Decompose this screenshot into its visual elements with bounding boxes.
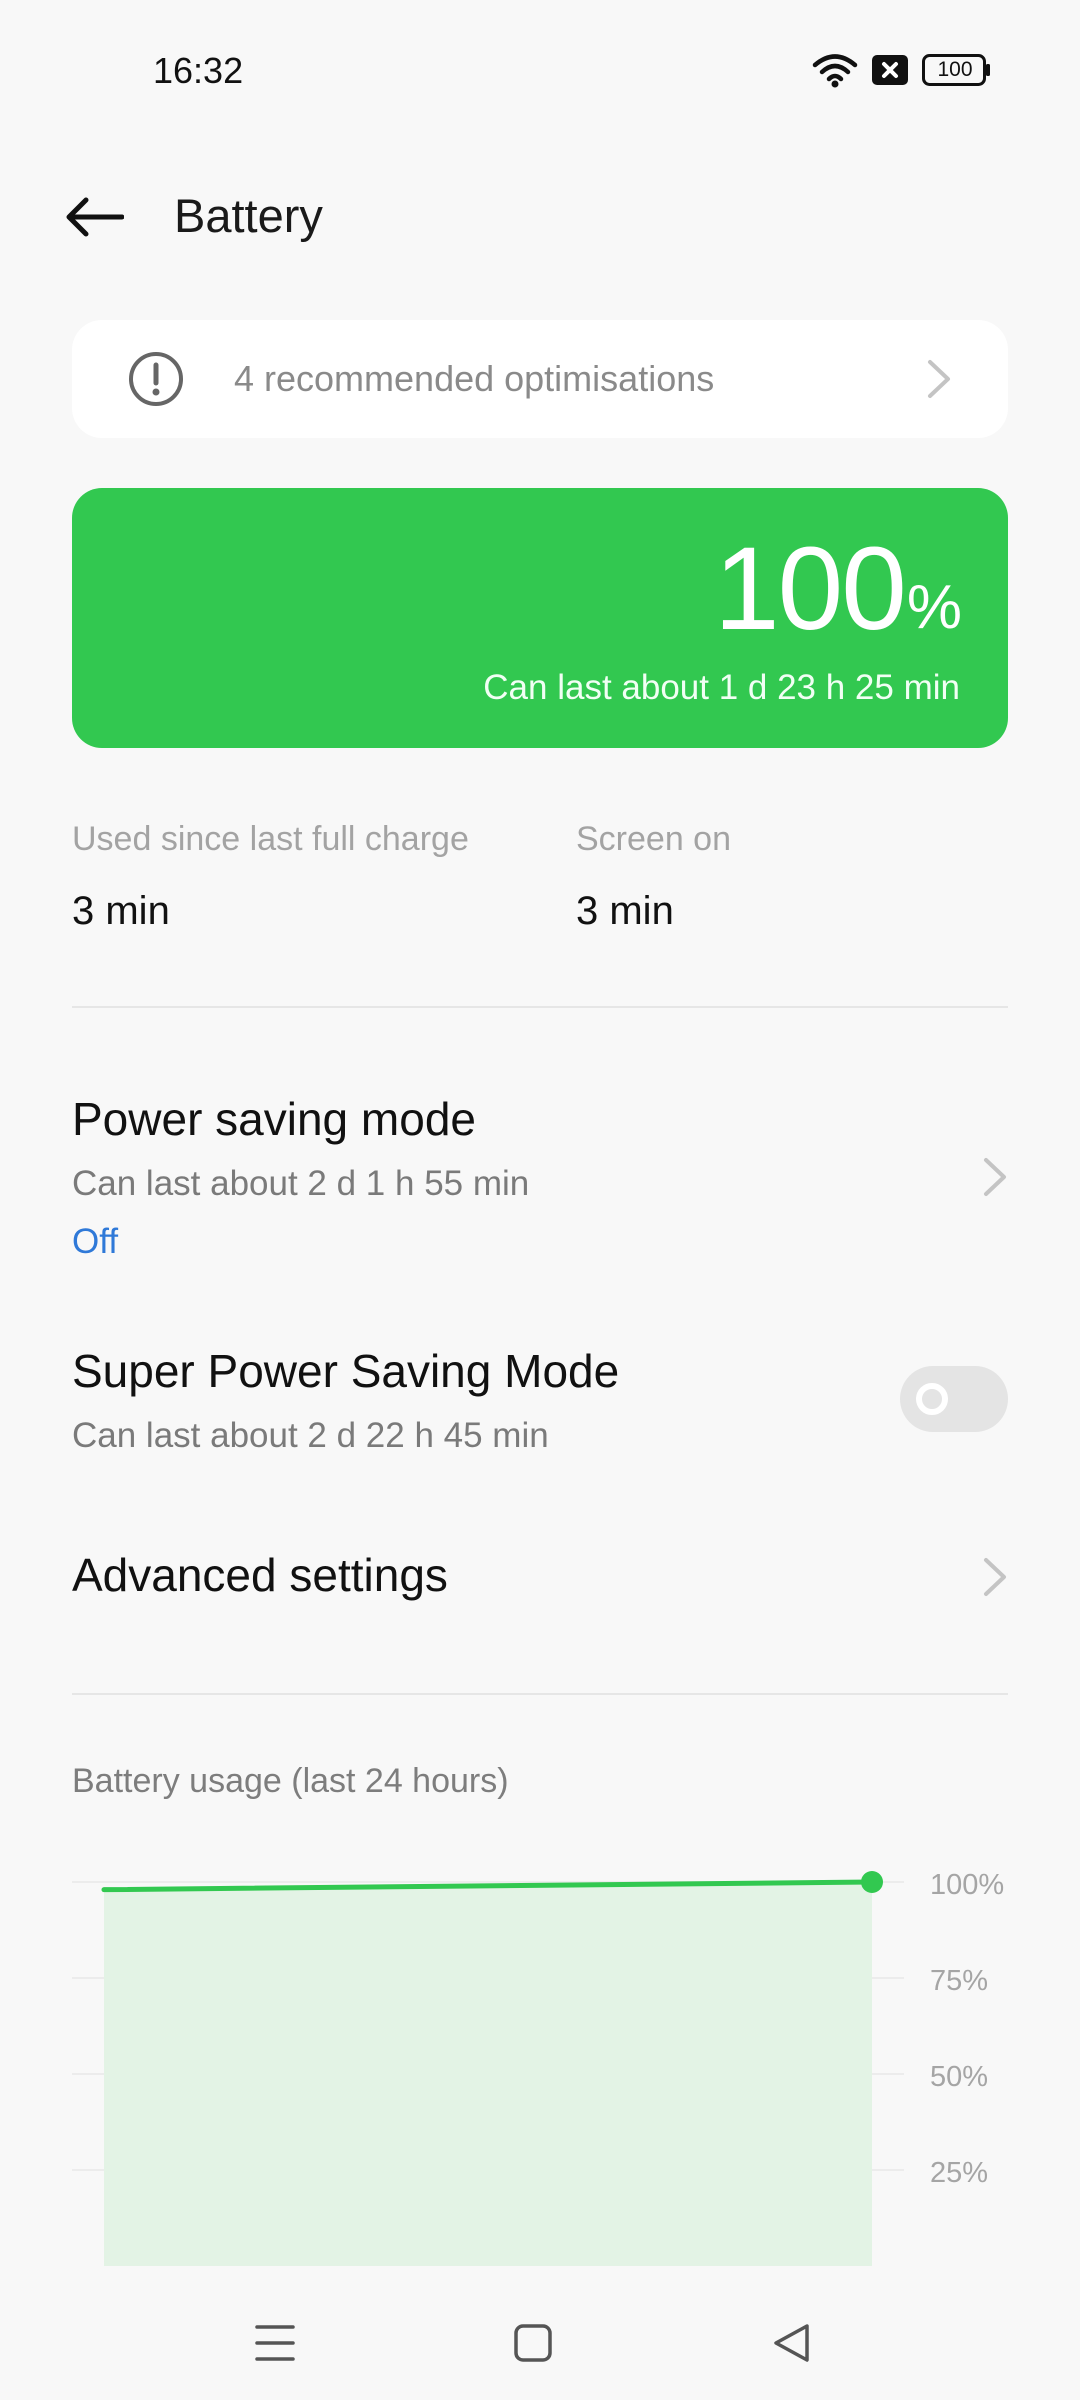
battery-estimate: Can last about 1 d 23 h 25 min bbox=[483, 668, 960, 707]
toggle-knob bbox=[916, 1383, 948, 1415]
back-nav-button[interactable] bbox=[756, 2308, 826, 2378]
battery-percent: 100 % bbox=[714, 530, 962, 648]
since-charge-value: 3 min bbox=[72, 889, 170, 933]
chevron-right-icon bbox=[982, 1556, 1008, 1603]
power-saving-title: Power saving mode bbox=[72, 1093, 476, 1145]
battery-level-text: 100 bbox=[937, 58, 973, 81]
menu-icon bbox=[255, 2325, 295, 2361]
chart-y-tick-label: 100% bbox=[930, 1869, 1004, 1901]
chevron-right-icon bbox=[926, 358, 952, 405]
advanced-settings-title: Advanced settings bbox=[72, 1549, 448, 1601]
super-power-saving-toggle[interactable] bbox=[900, 1366, 1008, 1432]
battery-chart-svg: 100% 75% 50% 25% bbox=[72, 1869, 1004, 2266]
advanced-settings-row[interactable]: Advanced settings bbox=[72, 1548, 1008, 1608]
chart-data-point bbox=[861, 1871, 883, 1893]
navigation-bar bbox=[0, 2280, 1080, 2400]
screen-on-value: 3 min bbox=[576, 889, 674, 933]
chevron-right-icon bbox=[982, 1156, 1008, 1203]
chart-y-tick-label: 25% bbox=[930, 2157, 988, 2189]
no-sim-icon bbox=[872, 55, 908, 85]
power-saving-mode-row[interactable]: Power saving mode Can last about 2 d 1 h… bbox=[72, 1092, 1008, 1272]
recommendations-card[interactable]: 4 recommended optimisations bbox=[72, 320, 1008, 438]
battery-percent-value: 100 bbox=[713, 523, 907, 655]
back-triangle-icon bbox=[774, 2324, 809, 2362]
status-bar: 16:32 100 bbox=[0, 0, 1080, 140]
chart-title: Battery usage (last 24 hours) bbox=[72, 1762, 509, 1800]
divider bbox=[72, 1006, 1008, 1008]
battery-usage-chart: 100% 75% 50% 25% bbox=[0, 1820, 1080, 2280]
home-icon bbox=[514, 2324, 552, 2362]
since-charge-stat: Used since last full charge 3 min bbox=[72, 820, 469, 934]
wifi-icon bbox=[812, 52, 858, 88]
chart-y-tick-label: 50% bbox=[930, 2061, 988, 2093]
screen-on-label: Screen on bbox=[576, 820, 731, 858]
screen-on-stat: Screen on 3 min bbox=[576, 820, 731, 934]
status-icons: 100 bbox=[812, 52, 992, 88]
back-button[interactable] bbox=[60, 182, 130, 252]
chart-area bbox=[104, 1882, 872, 2266]
battery-icon: 100 bbox=[922, 54, 992, 86]
status-time: 16:32 bbox=[153, 50, 244, 91]
super-power-saving-subtitle: Can last about 2 d 22 h 45 min bbox=[72, 1416, 549, 1455]
page-title: Battery bbox=[174, 189, 323, 242]
app-header: Battery bbox=[0, 170, 1080, 260]
battery-percent-unit: % bbox=[906, 573, 962, 642]
chart-y-tick-label: 75% bbox=[930, 1965, 988, 1997]
super-power-saving-row: Super Power Saving Mode Can last about 2… bbox=[72, 1344, 1008, 1464]
recommendations-label: 4 recommended optimisations bbox=[234, 358, 715, 399]
divider bbox=[72, 1693, 1008, 1695]
since-charge-label: Used since last full charge bbox=[72, 820, 469, 858]
alert-circle-icon bbox=[128, 351, 184, 412]
home-button[interactable] bbox=[498, 2308, 568, 2378]
super-power-saving-title: Super Power Saving Mode bbox=[72, 1345, 620, 1397]
arrow-left-icon bbox=[66, 197, 124, 237]
menu-button[interactable] bbox=[240, 2308, 310, 2378]
battery-level-card: 100 % Can last about 1 d 23 h 25 min bbox=[72, 488, 1008, 748]
power-saving-status: Off bbox=[72, 1222, 119, 1261]
power-saving-subtitle: Can last about 2 d 1 h 55 min bbox=[72, 1164, 530, 1203]
